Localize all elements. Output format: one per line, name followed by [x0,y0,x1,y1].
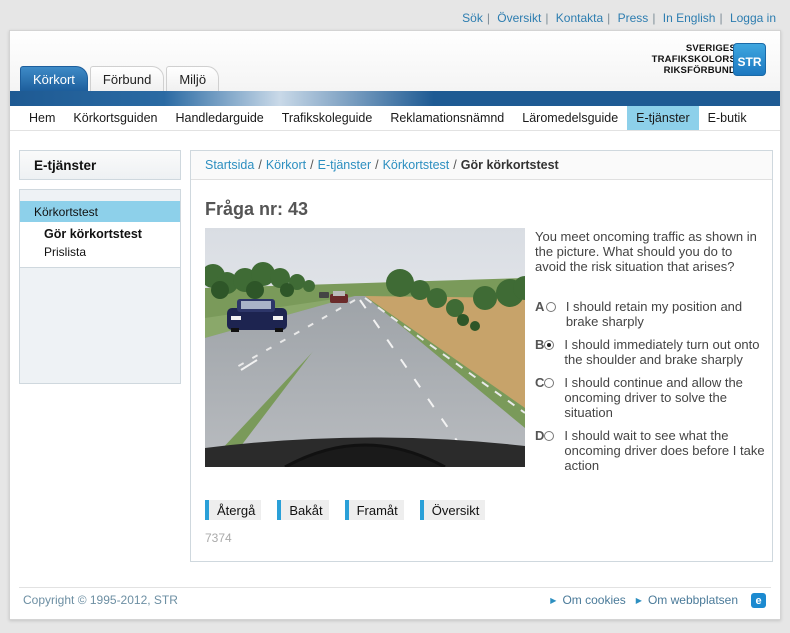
breadcrumb-link[interactable]: Körkort [266,158,306,172]
overview-button[interactable]: Översikt [419,500,486,520]
answer-letter: B [535,337,545,352]
nav-laromedelsguide[interactable]: Läromedelsguide [513,106,627,130]
site-header: SVERIGES TRAFIKSKOLORS RIKSFÖRBUND STR K… [10,31,780,91]
separator: | [652,11,656,25]
copyright: Copyright © 1995-2012, STR [23,593,178,607]
question-title: Fråga nr: 43 [205,199,309,219]
footer-link-label: Om webbplatsen [647,593,738,607]
sidebar-item-prislista[interactable]: Prislista [20,243,180,261]
separator: / [453,158,457,172]
answer-letter: A [535,299,545,314]
logo-line: SVERIGES [685,43,736,54]
toplink-press[interactable]: Press [618,11,649,25]
separator: | [607,11,611,25]
answer-option-a[interactable]: A I should retain my position and brake … [535,299,765,329]
sidebar-item-korkortstest[interactable]: Körkortstest [20,201,180,222]
answer-option-d[interactable]: D I should wait to see what the oncoming… [535,428,765,473]
forward-button[interactable]: Framåt [344,500,404,520]
toplink-login[interactable]: Logga in [730,11,776,25]
toplink-search[interactable]: Sök [462,11,483,25]
str-logo-icon[interactable]: STR [733,43,766,76]
separator: | [486,11,490,25]
answer-radio-c[interactable] [544,378,555,388]
question-text: You meet oncoming traffic as shown in th… [535,229,757,274]
back-button[interactable]: Bakåt [277,500,329,520]
answer-text: I should wait to see what the oncoming d… [564,428,765,473]
site-tabs: Körkort Förbund Miljö [20,66,221,91]
arrow-right-icon: ▶ [550,595,557,605]
answer-radio-a[interactable] [545,302,556,312]
answer-list: A I should retain my position and brake … [535,299,765,481]
footer-link-about[interactable]: ▶ Om webbplatsen [636,593,738,607]
separator: / [375,158,379,172]
answer-text: I should immediately turn out onto the s… [564,337,760,367]
main-nav: Hem Körkortsguiden Handledarguide Trafik… [10,106,780,131]
sidebar-title: E-tjänster [19,150,181,180]
answer-text: I should continue and allow the oncoming… [564,375,743,420]
answer-letter: D [535,428,545,443]
answer-radio-b[interactable] [544,340,555,350]
nav-reklamationsnamnd[interactable]: Reklamationsnämnd [381,106,513,130]
footer-link-label: Om cookies [562,593,626,607]
arrow-right-icon: ▶ [635,595,642,605]
nav-hem[interactable]: Hem [20,106,64,130]
header-banner [10,91,780,106]
answer-text: I should retain my position and brake sh… [565,299,743,329]
sidebar-menu: Körkortstest Gör körkortstest Prislista [19,189,181,384]
breadcrumb-current: Gör körkortstest [460,158,559,172]
tab-forbund[interactable]: Förbund [89,66,165,91]
navigation-buttons: Återgå Bakåt Framåt Översikt [205,500,501,520]
logo-wordmark[interactable]: SVERIGES TRAFIKSKOLORS RIKSFÖRBUND [652,43,736,76]
tab-miljo[interactable]: Miljö [166,66,220,91]
logo-line: RIKSFÖRBUND [663,65,736,76]
separator: | [545,11,549,25]
nav-trafikskoleguide[interactable]: Trafikskoleguide [273,106,382,130]
answer-option-c[interactable]: C I should continue and allow the oncomi… [535,375,765,420]
footer-divider [19,587,771,588]
utility-links: Sök | Översikt | Kontakta | Press | In Engli… [462,11,776,25]
answer-letter: C [535,375,545,390]
footer-links: ▶ Om cookies ▶ Om webbplatsen [540,593,738,607]
page-container: SVERIGES TRAFIKSKOLORS RIKSFÖRBUND STR K… [9,30,781,620]
breadcrumb: Startsida / Körkort / E-tjänster / Körkorts… [191,151,772,180]
toplink-english[interactable]: In English [663,11,716,25]
sidebar-item-gor-korkortstest[interactable]: Gör körkortstest [20,225,180,243]
return-button[interactable]: Återgå [205,500,262,520]
separator: / [258,158,262,172]
answer-radio-d[interactable] [544,431,555,441]
tab-korkort[interactable]: Körkort [20,66,88,91]
logo-line: TRAFIKSKOLORS [651,54,736,65]
sidebar-sublist: Gör körkortstest Prislista [20,222,180,268]
answer-option-b[interactable]: B I should immediately turn out onto the… [535,337,765,367]
nav-e-tjanster[interactable]: E-tjänster [627,106,699,130]
footer-link-cookies[interactable]: ▶ Om cookies [550,593,626,607]
traffic-scene-image [205,228,525,467]
breadcrumb-link[interactable]: Startsida [205,158,254,172]
separator: / [310,158,314,172]
main-content: Startsida / Körkort / E-tjänster / Körkorts… [190,150,773,562]
question-code: 7374 [205,531,232,545]
toplink-contact[interactable]: Kontakta [556,11,603,25]
toplink-overview[interactable]: Översikt [497,11,541,25]
breadcrumb-link[interactable]: Körkortstest [383,158,450,172]
separator: | [719,11,723,25]
nav-handledarguide[interactable]: Handledarguide [166,106,272,130]
nav-e-butik[interactable]: E-butik [699,106,756,130]
breadcrumb-link[interactable]: E-tjänster [318,158,372,172]
browser-icon: e [751,593,766,608]
nav-korkortsguiden[interactable]: Körkortsguiden [64,106,166,130]
